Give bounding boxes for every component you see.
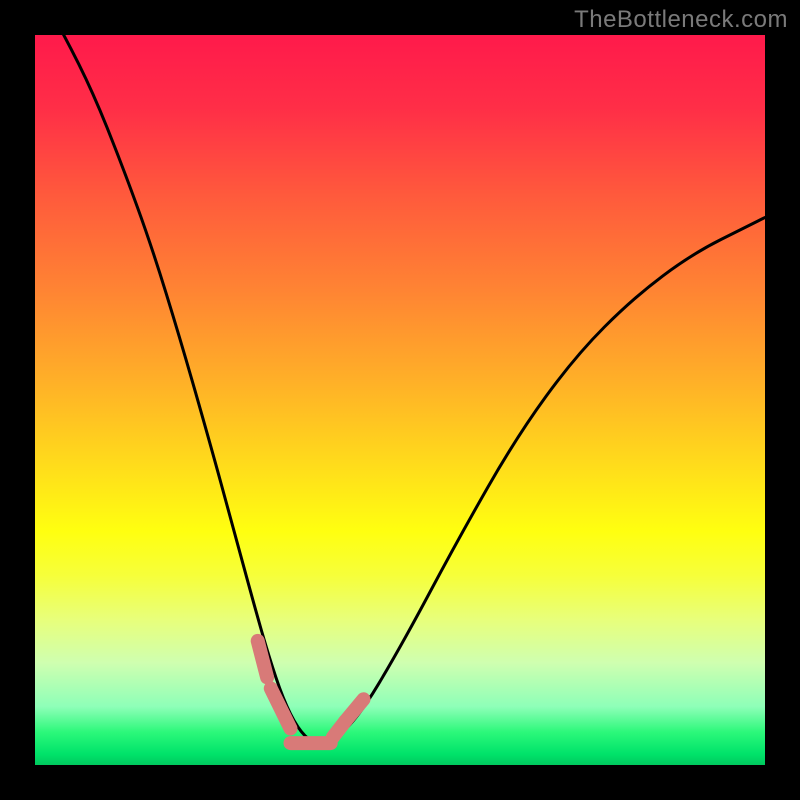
plot-area (35, 35, 765, 765)
watermark-text: TheBottleneck.com (574, 6, 788, 34)
series-valley-markers (258, 641, 267, 678)
chart-svg (35, 35, 765, 765)
plot-inner (35, 35, 765, 765)
app-frame: TheBottleneck.com (0, 0, 800, 800)
chart-background (35, 35, 765, 765)
